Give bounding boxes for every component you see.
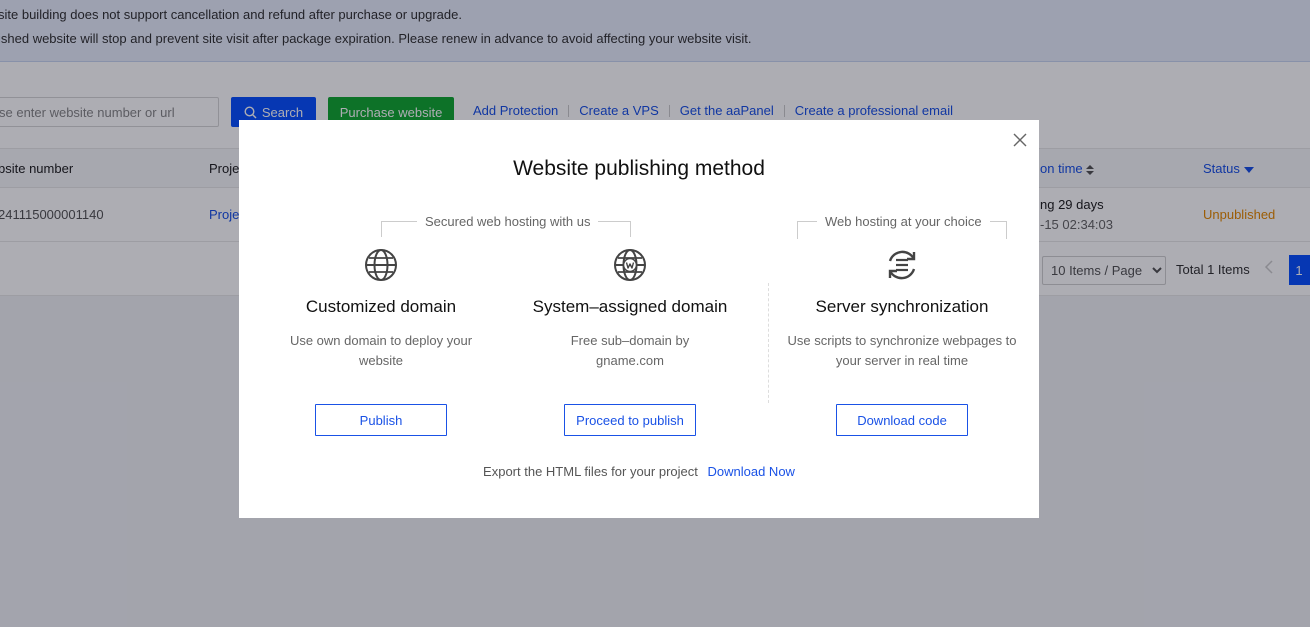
- option-title: System–assigned domain: [532, 297, 728, 316]
- option-title: Server synchronization: [815, 297, 989, 316]
- modal-title: Website publishing method: [513, 157, 765, 180]
- globe-icon: [365, 249, 397, 281]
- option-system-domain: System–assigned domain Free sub–domain b…: [510, 248, 750, 436]
- publish-button[interactable]: Publish: [315, 404, 447, 436]
- publish-method-modal: Website publishing method Secured web ho…: [239, 120, 1039, 518]
- group-bracket-left-tick: [381, 221, 382, 237]
- option-description: Use scripts to synchronize webpages to y…: [787, 333, 1017, 368]
- option-server-sync: Server synchronization Use scripts to sy…: [782, 248, 1022, 436]
- close-icon[interactable]: [1012, 132, 1028, 148]
- group-bracket-right-tick: [1006, 221, 1007, 239]
- option-description: Free sub–domain by gname.com: [570, 333, 690, 368]
- group-bracket-left-tick: [630, 221, 631, 237]
- option-divider: [768, 283, 769, 403]
- group-label-secured-hosting: Secured web hosting with us: [417, 214, 599, 229]
- export-row: Export the HTML files for your project D…: [239, 464, 1039, 479]
- group-bracket-right-tick: [797, 221, 798, 239]
- globe-w-icon: [614, 249, 646, 281]
- download-code-button[interactable]: Download code: [836, 404, 968, 436]
- option-customized-domain: Customized domain Use own domain to depl…: [261, 248, 501, 436]
- sync-icon: [888, 250, 916, 280]
- download-now-link[interactable]: Download Now: [708, 464, 795, 479]
- export-text: Export the HTML files for your project: [483, 464, 698, 479]
- option-title: Customized domain: [305, 297, 457, 316]
- proceed-to-publish-button[interactable]: Proceed to publish: [564, 404, 696, 436]
- group-label-your-hosting: Web hosting at your choice: [817, 214, 990, 229]
- option-description: Use own domain to deploy your website: [289, 333, 473, 368]
